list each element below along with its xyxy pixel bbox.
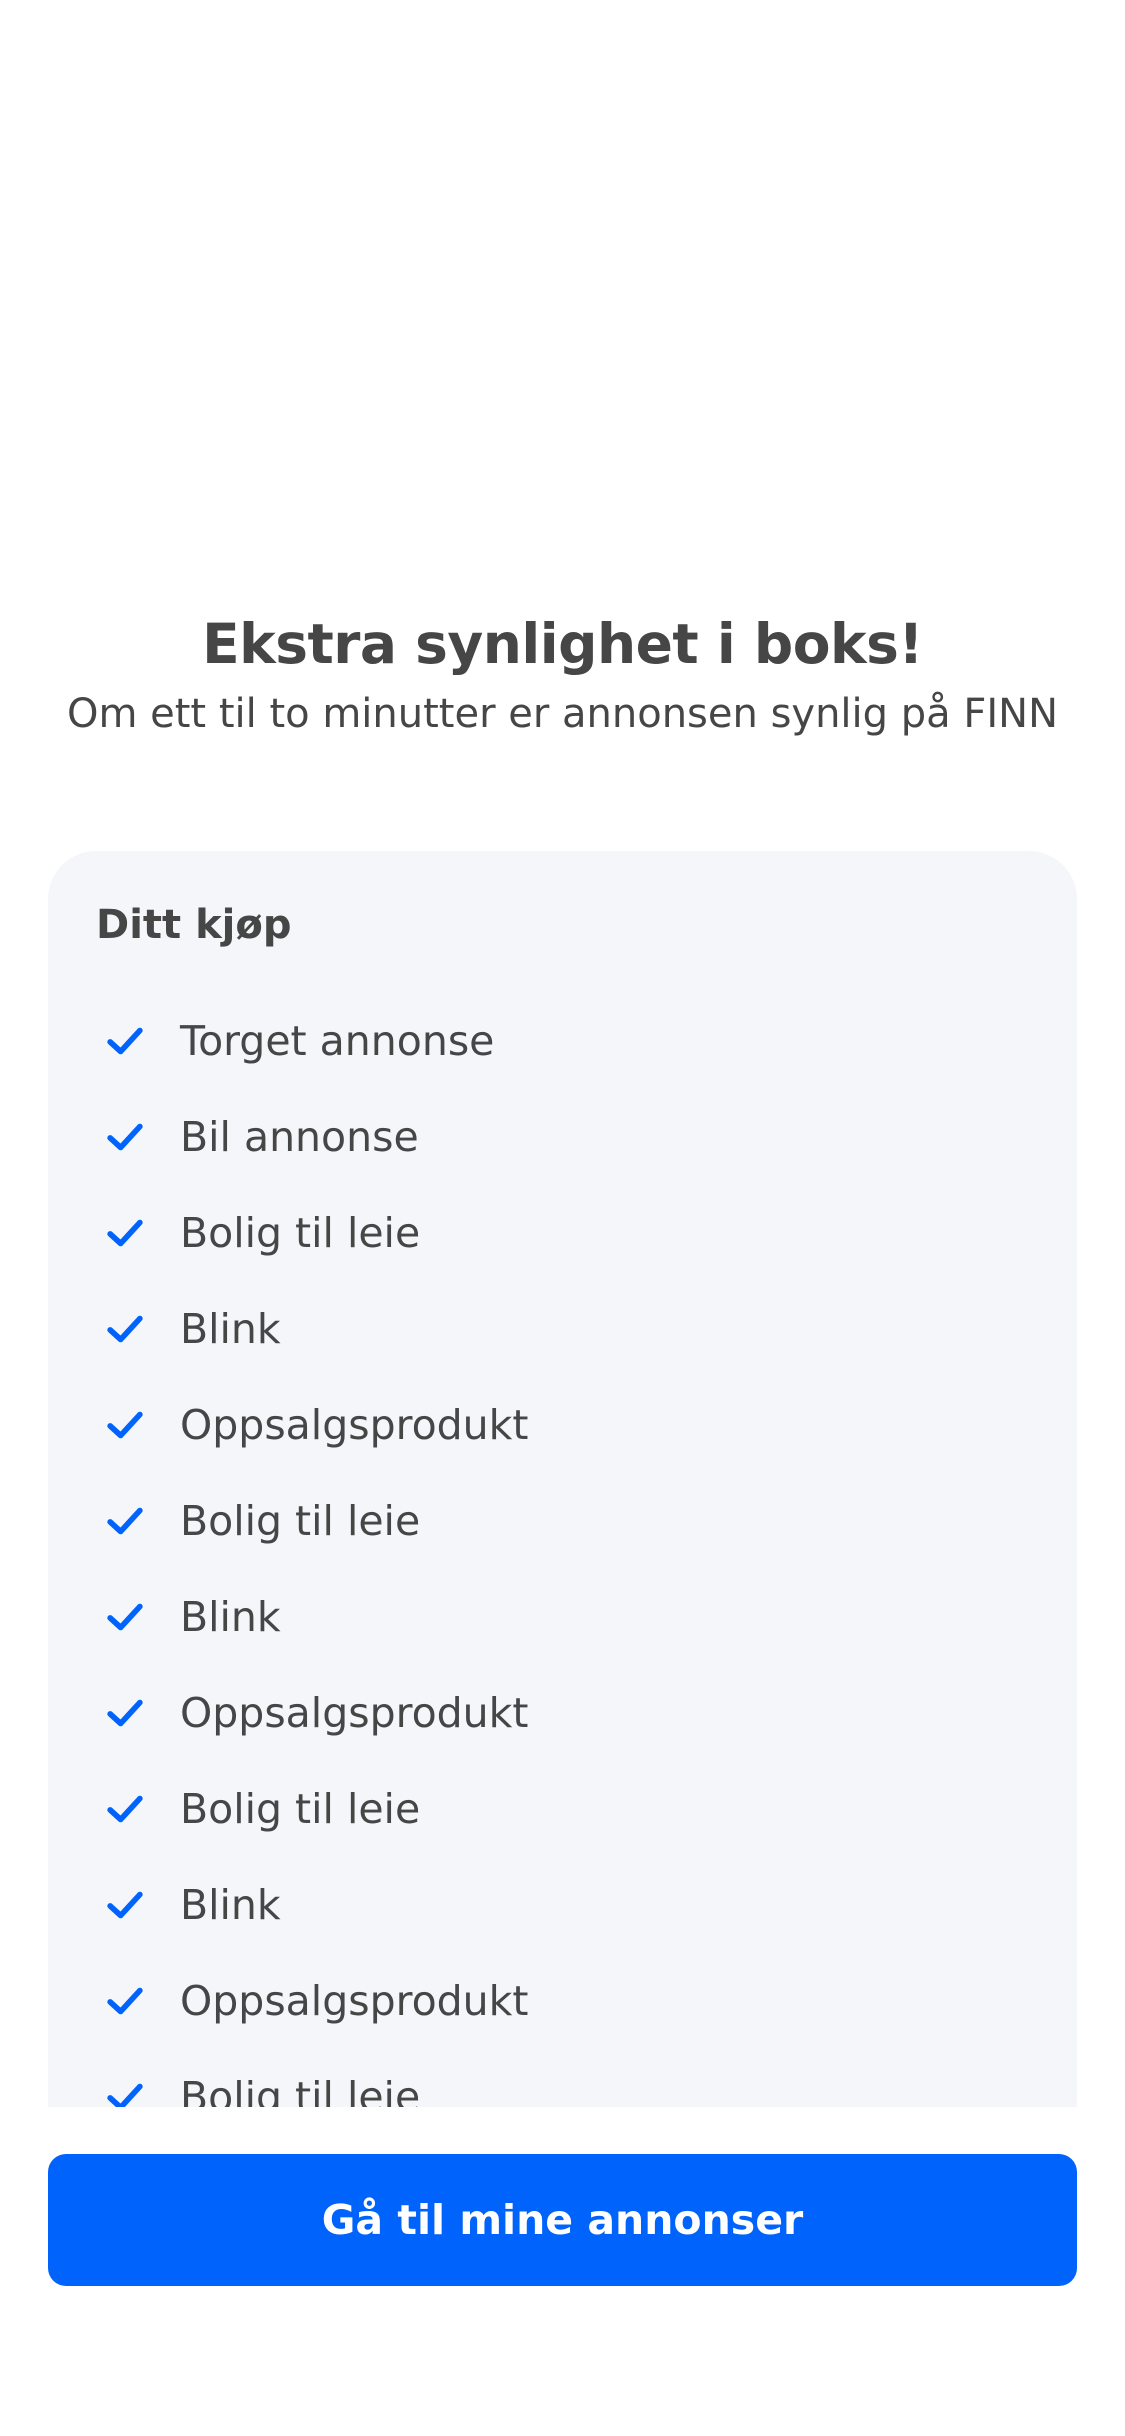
list-item-label: Bolig til leie [180, 1209, 421, 1257]
list-item-label: Bolig til leie [180, 1497, 421, 1545]
list-item-label: Blink [180, 1881, 281, 1929]
list-item: Bolig til leie [96, 1761, 528, 1857]
list-item: Bolig til leie [96, 2049, 528, 2107]
list-item-label: Torget annonse [180, 1017, 495, 1065]
confirmation-header: Ekstra synlighet i boks! Om ett til to m… [0, 604, 1125, 744]
checkmark-icon [107, 1315, 143, 1343]
confirmation-screen: Ekstra synlighet i boks! Om ett til to m… [0, 0, 1125, 2436]
list-item: Oppsalgsprodukt [96, 1377, 528, 1473]
list-item: Bolig til leie [96, 1473, 528, 1569]
list-item: Oppsalgsprodukt [96, 1665, 528, 1761]
list-item-label: Bolig til leie [180, 2073, 421, 2107]
checkmark-icon [107, 1027, 143, 1055]
list-item: Bolig til leie [96, 1185, 528, 1281]
list-item: Torget annonse [96, 993, 528, 1089]
checkmark-icon [107, 1219, 143, 1247]
list-item-label: Oppsalgsprodukt [180, 1401, 529, 1449]
checkmark-icon [107, 1699, 143, 1727]
list-item-label: Oppsalgsprodukt [180, 1689, 529, 1737]
checkmark-icon [107, 1507, 143, 1535]
purchase-summary-card[interactable]: Ditt kjøp Torget annonse Bil annonse Bol… [48, 851, 1077, 2107]
page-title: Ekstra synlighet i boks! [202, 612, 923, 676]
checkmark-icon [107, 1603, 143, 1631]
list-item-label: Oppsalgsprodukt [180, 1977, 529, 2025]
checkmark-icon [107, 2083, 143, 2107]
list-item-label: Bil annonse [180, 1113, 419, 1161]
page-subtitle: Om ett til to minutter er annonsen synli… [66, 691, 1059, 737]
list-item-label: Bolig til leie [180, 1785, 421, 1833]
checkmark-icon [107, 1411, 143, 1439]
list-item: Blink [96, 1569, 528, 1665]
checkmark-icon [107, 1987, 143, 2015]
list-item: Blink [96, 1281, 528, 1377]
list-item-label: Blink [180, 1305, 281, 1353]
list-item: Oppsalgsprodukt [96, 1953, 528, 2049]
list-item: Bil annonse [96, 1089, 528, 1185]
list-item-label: Blink [180, 1593, 281, 1641]
checkmark-icon [107, 1123, 143, 1151]
checkmark-icon [107, 1891, 143, 1919]
checkmark-icon [107, 1795, 143, 1823]
go-to-my-ads-button[interactable]: Gå til mine annonser [48, 2154, 1077, 2286]
purchase-item-list: Torget annonse Bil annonse Bolig til lei… [96, 993, 528, 2107]
list-item: Blink [96, 1857, 528, 1953]
purchase-heading: Ditt kjøp [96, 902, 292, 948]
